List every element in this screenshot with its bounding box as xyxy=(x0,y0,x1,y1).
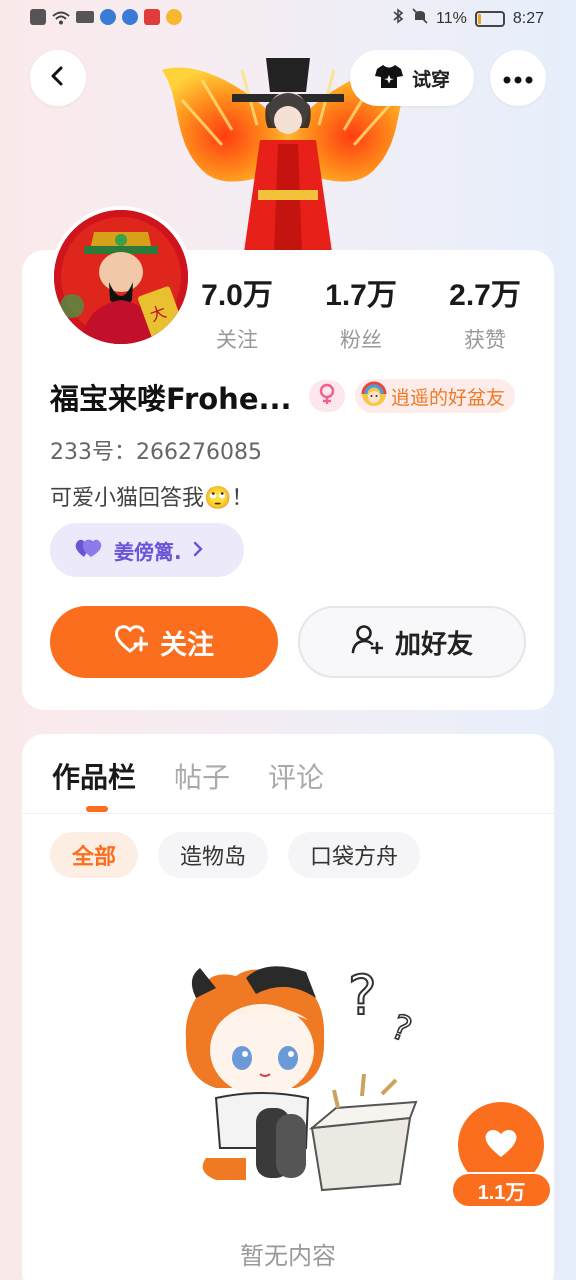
add-friend-label: 加好友 xyxy=(394,629,473,660)
tabs-divider xyxy=(22,813,554,814)
system-indicators: 11% 8:27 xyxy=(392,8,544,29)
mute-icon xyxy=(412,8,428,29)
battery-percent: 11% xyxy=(436,9,467,27)
avatar[interactable]: 大 xyxy=(50,206,192,348)
stat-label: 获赞 xyxy=(464,328,506,352)
title-badge-label: 逍遥的好盆友 xyxy=(391,386,506,409)
stat-value: 1.7万 xyxy=(325,279,397,312)
more-button[interactable] xyxy=(490,50,546,106)
app-icon-3 xyxy=(144,9,160,25)
chip-pocket-ark[interactable]: 口袋方舟 xyxy=(288,832,421,878)
gender-badge xyxy=(309,380,345,412)
stat-likes[interactable]: 2.7万 获赞 xyxy=(423,270,547,354)
bluetooth-icon xyxy=(392,8,404,29)
bio: 可爱小猫回答我🙄！ xyxy=(50,486,254,511)
cp-partner-name: 姜傍篱. xyxy=(114,539,182,564)
chip-creation-island[interactable]: 造物岛 xyxy=(158,832,269,878)
chevron-right-icon xyxy=(192,538,204,562)
more-dots-icon xyxy=(503,69,533,88)
empty-state-text: 暂无内容 xyxy=(240,1242,336,1270)
empty-state-illustration: ? ? xyxy=(176,958,422,1194)
clock: 8:27 xyxy=(512,9,544,27)
tab-works[interactable]: 作品栏 xyxy=(52,756,136,796)
stat-label: 关注 xyxy=(216,328,258,352)
person-plus-icon xyxy=(351,624,384,661)
wifi-icon xyxy=(52,10,70,25)
heart-plus-icon xyxy=(114,624,149,661)
svg-text:?: ? xyxy=(386,1007,417,1051)
app-icon-2 xyxy=(122,9,138,25)
title-badge[interactable]: 逍遥的好盆友 xyxy=(355,379,516,413)
profile-stats: 7.0万 关注 1.7万 粉丝 2.7万 获赞 xyxy=(175,270,555,354)
stat-following[interactable]: 7.0万 关注 xyxy=(175,270,299,354)
user-id[interactable]: 233号：266276085 xyxy=(50,434,262,466)
hearts-icon xyxy=(74,537,104,564)
tab-comments[interactable]: 评论 xyxy=(268,756,324,796)
battery-icon xyxy=(474,10,505,27)
chip-all[interactable]: 全部 xyxy=(50,832,139,878)
active-tab-indicator xyxy=(86,806,108,812)
tab-posts[interactable]: 帖子 xyxy=(174,756,230,796)
tshirt-icon xyxy=(374,63,404,94)
nickname: 福宝来喽Frohe... xyxy=(50,382,292,416)
follow-label: 关注 xyxy=(160,629,214,661)
stat-label: 粉丝 xyxy=(340,328,382,352)
chevron-left-icon xyxy=(47,65,69,91)
stat-value: 2.7万 xyxy=(449,279,521,312)
back-button[interactable] xyxy=(30,50,86,106)
stat-followers[interactable]: 1.7万 粉丝 xyxy=(299,270,423,354)
status-bar: 11% 8:27 xyxy=(0,0,576,38)
alert-icon xyxy=(30,9,46,25)
female-icon xyxy=(318,383,336,409)
cp-partner-pill[interactable]: 姜傍篱. xyxy=(50,523,244,577)
try-on-button[interactable]: 试穿 xyxy=(350,50,474,106)
like-count-badge: 1.1万 xyxy=(451,1172,552,1208)
notification-icons xyxy=(30,9,182,25)
svg-text:?: ? xyxy=(348,964,377,1027)
rainbow-face-icon xyxy=(361,381,387,412)
follow-button[interactable]: 关注 xyxy=(50,606,278,678)
filter-chips: 全部 造物岛 口袋方舟 xyxy=(50,832,421,878)
add-friend-button[interactable]: 加好友 xyxy=(298,606,526,678)
app-icon-4 xyxy=(166,9,182,25)
heart-icon xyxy=(483,1127,519,1163)
content-tabs: 作品栏 帖子 评论 xyxy=(52,756,324,796)
video-icon xyxy=(76,11,94,23)
app-icon-1 xyxy=(100,9,116,25)
stat-value: 7.0万 xyxy=(201,279,273,312)
try-on-label: 试穿 xyxy=(411,68,450,91)
